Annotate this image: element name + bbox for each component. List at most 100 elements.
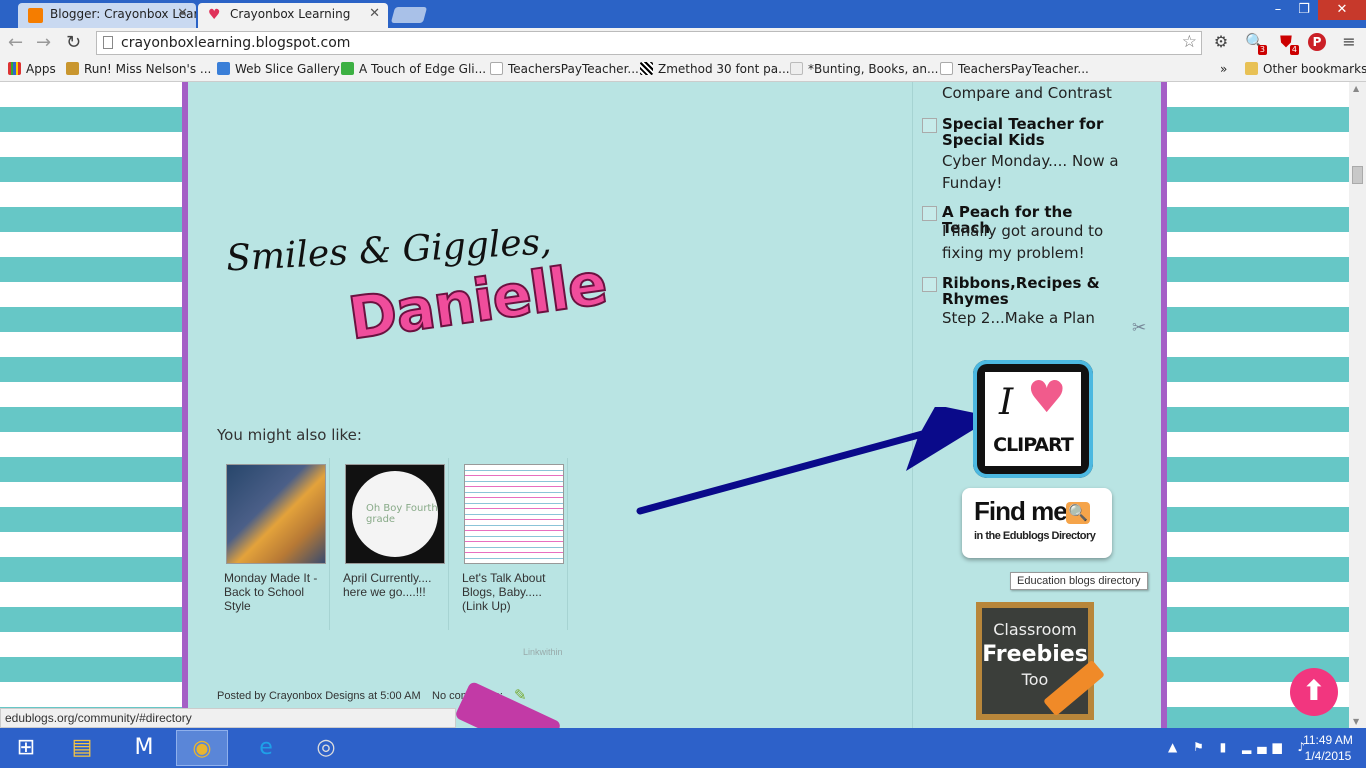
i-love-clipart-badge[interactable]: I ♥ CLIPART xyxy=(973,360,1093,478)
bookmark-touch-of-edge[interactable]: A Touch of Edge Gli... xyxy=(341,62,486,76)
close-tab-icon[interactable]: ✕ xyxy=(369,6,380,21)
related-post-caption[interactable]: April Currently.... here we go....!!! xyxy=(343,571,447,599)
pinterest-icon[interactable]: P xyxy=(1308,33,1326,51)
bookmark-apps[interactable]: Apps xyxy=(8,62,56,76)
file-explorer-icon[interactable]: ▤ xyxy=(56,730,108,766)
chrome-icon[interactable]: ◉ xyxy=(176,730,228,766)
tab-label: Blogger: Crayonbox Learn xyxy=(50,7,196,21)
address-bar[interactable]: crayonboxlearning.blogspot.com ☆ xyxy=(96,31,1202,55)
thumbnail-logo-text: Oh Boy Fourth grade xyxy=(366,503,438,525)
related-post[interactable]: Let's Talk About Blogs, Baby..... (Link … xyxy=(457,458,568,630)
close-tab-icon[interactable]: ✕ xyxy=(177,6,188,21)
findme-title: Find me xyxy=(974,496,1068,526)
scroll-down-arrow-icon[interactable]: ▼ xyxy=(1353,717,1359,726)
shield-badge: 4 xyxy=(1289,45,1299,55)
bookmark-run-miss-nelson[interactable]: Run! Miss Nelson's ... xyxy=(66,62,211,76)
system-tray-icons[interactable]: ▲ ⚑ ▮ ▂▄▆ ♪ xyxy=(1168,740,1311,754)
malwarebytes-icon[interactable]: M xyxy=(118,730,170,766)
clipart-badge-frame: I ♥ CLIPART xyxy=(983,370,1083,468)
post-footer-author: Posted by Crayonbox Designs at 5:00 AM xyxy=(217,690,421,702)
menu-hamburger-icon[interactable]: ≡ xyxy=(1340,33,1358,51)
camera-app-icon[interactable]: ◎ xyxy=(300,730,352,766)
related-post[interactable]: Monday Made It - Back to School Style xyxy=(219,458,330,630)
ie-webslice-icon xyxy=(217,62,230,75)
page-icon xyxy=(103,36,113,49)
blog-content-column: Smiles & Giggles, Danielle You might als… xyxy=(182,82,1167,728)
back-arrow-icon[interactable]: ← xyxy=(8,32,23,53)
adblock-shield-icon[interactable]: ⛊ 4 xyxy=(1277,33,1299,55)
linkwithin-credit[interactable]: Linkwithin xyxy=(523,647,563,657)
clock-date[interactable]: 1/4/2015 xyxy=(1296,749,1360,763)
zoom-badge: 3 xyxy=(1257,45,1267,55)
status-bar-url: edublogs.org/community/#directory xyxy=(0,708,456,728)
zoom-extension-icon[interactable]: 🔍 3 xyxy=(1245,33,1267,55)
bunting-icon xyxy=(790,62,803,75)
blog-list-name[interactable]: Special Teacher for Special Kids xyxy=(942,116,1122,148)
tpt-apple-icon xyxy=(940,62,953,75)
magnifier-icon: 🔍 xyxy=(1066,502,1090,524)
bookmark-star-icon[interactable]: ☆ xyxy=(1182,32,1197,52)
you-might-also-like-heading: You might also like: xyxy=(217,426,362,444)
maximize-button[interactable]: ❐ xyxy=(1290,0,1318,20)
blogger-icon xyxy=(28,8,43,23)
settings-gear-icon[interactable]: ⚙ xyxy=(1212,33,1230,51)
new-tab-button[interactable] xyxy=(390,7,428,23)
findme-subtitle: in the Edublogs Directory xyxy=(974,530,1096,542)
classroom-freebies-too-badge[interactable]: Classroom Freebies Too xyxy=(976,602,1105,720)
blog-list-post[interactable]: Step 2...Make a Plan xyxy=(942,307,1132,329)
windows-taskbar: ⊞ ▤ M ◉ e ◎ ▲ ⚑ ▮ ▂▄▆ ♪ 11:49 AM 1/4/201… xyxy=(0,728,1366,768)
clock-time[interactable]: 11:49 AM xyxy=(1296,733,1360,747)
url-text: crayonboxlearning.blogspot.com xyxy=(121,35,351,51)
scrollbar-thumb[interactable] xyxy=(1352,166,1363,184)
minimize-button[interactable]: – xyxy=(1264,0,1292,20)
other-bookmarks[interactable]: Other bookmarks xyxy=(1245,62,1366,76)
bookmark-teacherspayteachers-1[interactable]: TeachersPayTeacher... xyxy=(490,62,639,76)
related-post-thumbnail[interactable] xyxy=(464,464,564,564)
apps-grid-icon xyxy=(8,62,21,75)
blog-list-post[interactable]: Compare and Contrast xyxy=(942,84,1112,102)
browser-titlebar: Blogger: Crayonbox Learn ✕ ♥ Crayonbox L… xyxy=(0,0,1366,28)
related-post-caption[interactable]: Monday Made It - Back to School Style xyxy=(224,571,328,613)
heart-icon: ♥ xyxy=(1027,372,1067,423)
page-viewport: Smiles & Giggles, Danielle You might als… xyxy=(0,82,1349,728)
windows-start-icon[interactable]: ⊞ xyxy=(0,730,52,766)
bookmark-teacherspayteachers-2[interactable]: TeachersPayTeacher... xyxy=(940,62,1089,76)
scroll-to-top-button[interactable]: ⬆ xyxy=(1290,668,1338,716)
bookmark-bunting-books[interactable]: *Bunting, Books, an... xyxy=(790,62,938,76)
close-window-button[interactable]: ✕ xyxy=(1318,0,1366,20)
tab-blogger[interactable]: Blogger: Crayonbox Learn ✕ xyxy=(18,3,196,28)
folder-icon xyxy=(1245,62,1258,75)
bookmarks-bar: Apps Run! Miss Nelson's ... Web Slice Ga… xyxy=(0,58,1366,82)
related-post-thumbnail[interactable]: Oh Boy Fourth grade xyxy=(345,464,445,564)
bookmarks-overflow-chevron[interactable]: » xyxy=(1220,62,1227,76)
blog-favicon-placeholder xyxy=(922,206,937,221)
green-figure-icon xyxy=(341,62,354,75)
bookmark-zmethod[interactable]: Zmethod 30 font pa... xyxy=(640,62,790,76)
vertical-scrollbar[interactable]: ▲ ▼ xyxy=(1349,82,1366,728)
scroll-up-arrow-icon[interactable]: ▲ xyxy=(1353,84,1359,93)
edit-widget-scissors-icon[interactable]: ✂ xyxy=(1132,318,1146,338)
internet-explorer-icon[interactable]: e xyxy=(240,730,292,766)
heart-icon: ♥ xyxy=(208,7,221,23)
zebra-icon xyxy=(640,62,653,75)
folder-photo-icon xyxy=(66,62,79,75)
blog-list-post[interactable]: Cyber Monday.... Now a Funday! xyxy=(942,150,1132,194)
tab-crayonbox-learning[interactable]: ♥ Crayonbox Learning ✕ xyxy=(198,3,388,28)
navy-arrow-annotation xyxy=(636,407,994,515)
edublogs-directory-badge[interactable]: Find me 🔍 in the Edublogs Directory xyxy=(962,488,1112,558)
blog-list-name[interactable]: Ribbons,Recipes & Rhymes xyxy=(942,275,1122,307)
related-post-caption[interactable]: Let's Talk About Blogs, Baby..... (Link … xyxy=(462,571,566,613)
reload-icon[interactable]: ↻ xyxy=(66,32,81,53)
crayon-decoration xyxy=(454,680,562,728)
blog-favicon-placeholder xyxy=(922,118,937,133)
bookmark-web-slice-gallery[interactable]: Web Slice Gallery xyxy=(217,62,340,76)
tpt-apple-icon xyxy=(490,62,503,75)
forward-arrow-icon[interactable]: → xyxy=(36,32,51,53)
related-post-thumbnail[interactable] xyxy=(226,464,326,564)
related-post[interactable]: Oh Boy Fourth grade April Currently.... … xyxy=(338,458,449,630)
tooltip: Education blogs directory xyxy=(1010,572,1148,590)
clipart-badge-text: CLIPART xyxy=(993,434,1074,456)
freebies-line1: Classroom xyxy=(993,620,1077,639)
blog-list-post[interactable]: I finally got around to fixing my proble… xyxy=(942,220,1132,264)
clipart-badge-i: I xyxy=(999,382,1014,423)
